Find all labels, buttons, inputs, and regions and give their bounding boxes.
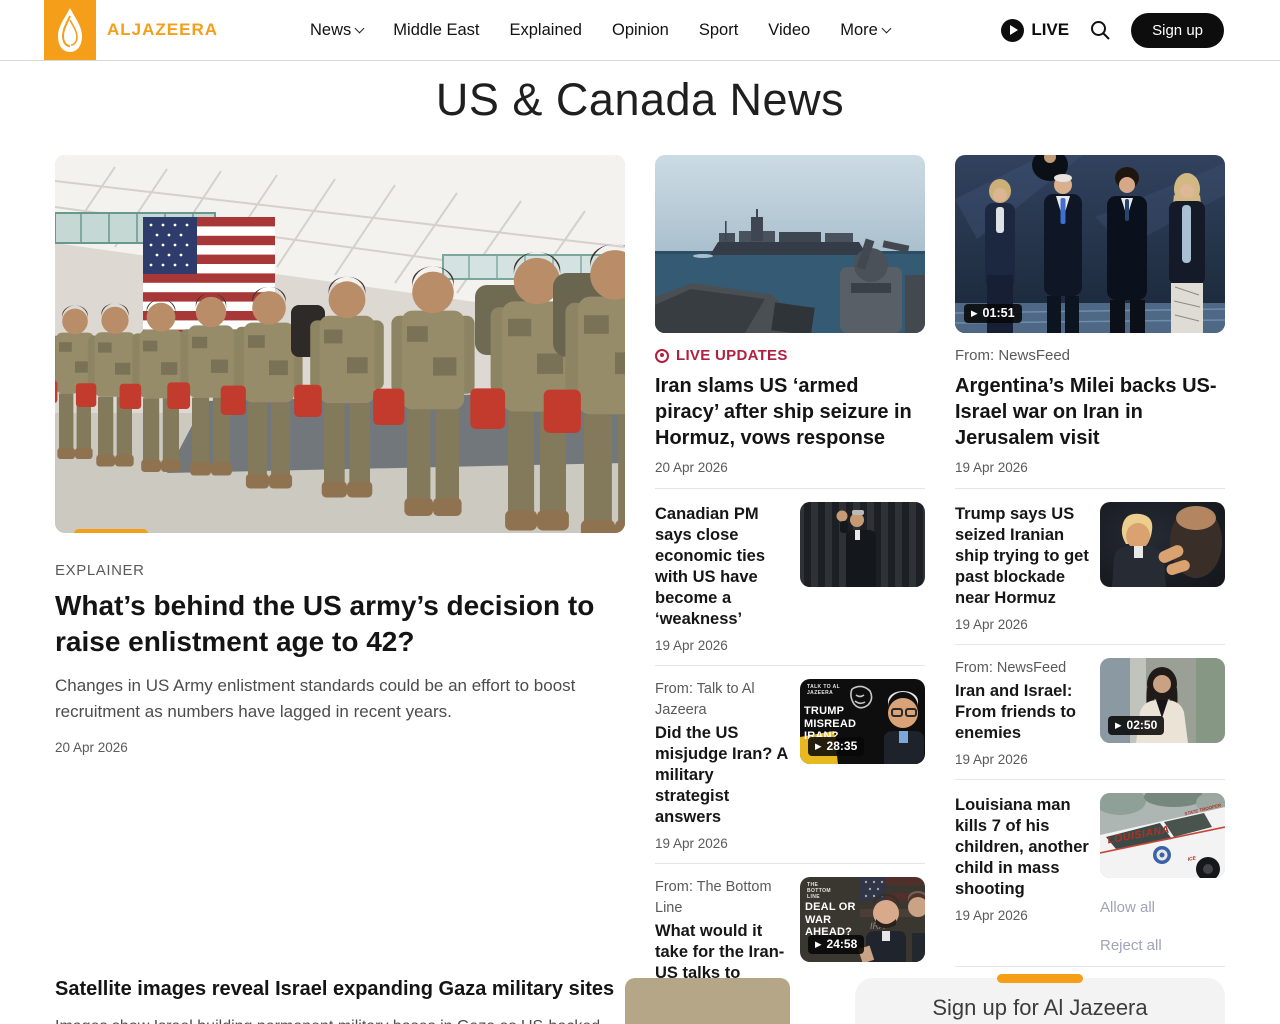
feature-image[interactable] [55,155,625,533]
satellite-image-thumbnail[interactable] [625,978,790,1024]
right-lead-headline[interactable]: Argentina’s Milei backs US-Israel war on… [955,373,1225,451]
story-date: 19 Apr 2026 [655,836,790,851]
story-thumbnail[interactable]: ICE LOUISIANA STATE TROOPER [1100,793,1225,878]
cookie-reject-all-link[interactable]: Reject all [1100,937,1225,954]
feature-summary: Changes in US Army enlistment standards … [55,673,625,725]
nav-item-sport[interactable]: Sport [699,21,738,40]
middle-column: LIVE UPDATES Iran slams US ‘armed piracy… [655,155,925,1024]
page-title: US & Canada News [0,74,1280,126]
story-kicker: From: NewsFeed [955,658,1090,679]
story-thumbnail-video[interactable]: TALK TO AL JAZEERA TRUMP MISREAD IRAN? ▶… [800,679,925,764]
story-headline[interactable]: Trump says US seized Iranian ship trying… [955,504,1090,609]
right-lead-kicker: From: NewsFeed [955,347,1225,364]
right-column: ▶01:51 From: NewsFeed Argentina’s Milei … [955,155,1225,967]
play-circle-icon [1001,19,1024,42]
middle-lead-headline[interactable]: Iran slams US ‘armed piracy’ after ship … [655,373,925,451]
feature-headline[interactable]: What’s behind the US army’s decision to … [55,588,625,660]
story-headline[interactable]: Canadian PM says close economic ties wit… [655,504,790,630]
carney-downing-street-illustration [800,502,925,587]
story-row: From: Talk to Al Jazeera Did the US misj… [655,666,925,864]
search-icon[interactable] [1088,18,1112,42]
thumbnail-caption: DEAL OR WAR AHEAD? [805,901,877,939]
right-lead-story: ▶01:51 From: NewsFeed Argentina’s Milei … [955,155,1225,489]
middle-lead-image[interactable] [655,155,925,333]
play-icon: ▶ [971,309,978,318]
thumbnail-program-logo: TALK TO AL JAZEERA [807,684,841,696]
brand-wordmark[interactable]: ALJAZEERA [107,20,218,40]
hormuz-ship-illustration [655,155,925,333]
story-headline[interactable]: Iran and Israel: From friends to enemies [955,681,1090,744]
feature-date: 20 Apr 2026 [55,740,625,755]
story-row: From: NewsFeed Iran and Israel: From fri… [955,645,1225,780]
right-lead-date: 19 Apr 2026 [955,460,1225,475]
story-headline[interactable]: Louisiana man kills 7 of his children, a… [955,795,1090,900]
story-thumbnail-video[interactable]: IRA THE BOTTOM LINE DEAL OR WAR AHEAD? [800,877,925,962]
trump-illustration [1100,502,1225,587]
story-row: Trump says US seized Iranian ship trying… [955,489,1225,645]
story-date: 19 Apr 2026 [655,638,790,653]
nav-item-more[interactable]: More [840,21,890,40]
video-duration-badge: ▶01:51 [964,304,1022,323]
play-icon: ▶ [815,940,822,949]
play-icon: ▶ [815,742,822,751]
cookie-allow-all-link[interactable]: Allow all [1100,899,1225,916]
live-updates-label: LIVE UPDATES [676,347,788,364]
chevron-down-icon [355,23,365,33]
bottom-story-headline[interactable]: Satellite images reveal Israel expanding… [55,978,615,1001]
nav-item-opinion[interactable]: Opinion [612,21,669,40]
live-updates-icon [655,349,669,363]
story-thumbnail[interactable] [1100,502,1225,587]
play-icon: ▶ [1115,721,1122,730]
site-header: ALJAZEERA News Middle East Explained Opi… [0,0,1280,61]
header-actions: LIVE Sign up [1001,13,1280,48]
story-headline[interactable]: Did the US misjudge Iran? A military str… [655,723,790,828]
story-row: Louisiana man kills 7 of his children, a… [955,780,1225,967]
middle-lead-date: 20 Apr 2026 [655,460,925,475]
signup-heading: Sign up for Al Jazeera [855,978,1225,1021]
story-date: 19 Apr 2026 [955,908,1090,923]
soldiers-hangar-illustration [55,155,625,533]
bottom-story: Satellite images reveal Israel expanding… [55,978,615,1024]
story-row: Canadian PM says close economic ties wit… [655,489,925,666]
nav-item-video[interactable]: Video [768,21,810,40]
story-thumbnail-video[interactable]: ▶02:50 [1100,658,1225,743]
nav-item-middle-east[interactable]: Middle East [393,21,479,40]
story-kicker: From: The Bottom Line [655,877,790,919]
signup-card-handle [997,974,1083,983]
middle-lead-story: LIVE UPDATES Iran slams US ‘armed piracy… [655,155,925,489]
story-thumbnail[interactable] [800,502,925,587]
story-kicker: From: Talk to Al Jazeera [655,679,790,721]
nav-item-explained[interactable]: Explained [510,21,582,40]
thumbnail-program-logo: THE BOTTOM LINE [807,882,841,900]
feature-kicker: EXPLAINER [55,562,625,579]
aljazeera-logo-icon [50,6,90,54]
live-updates-row: LIVE UPDATES [655,347,925,364]
feature-column: EXPLAINER What’s behind the US army’s de… [55,155,625,755]
video-duration-badge: ▶24:58 [808,935,864,954]
newsletter-signup-card[interactable]: Sign up for Al Jazeera [855,978,1225,1024]
aljazeera-us-canada-page: ALJAZEERA News Middle East Explained Opi… [0,0,1280,1024]
chevron-down-icon [881,23,891,33]
main-nav: News Middle East Explained Opinion Sport… [310,21,890,40]
video-duration-badge: ▶02:50 [1108,716,1164,735]
live-link[interactable]: LIVE [1001,19,1069,42]
story-date: 19 Apr 2026 [955,752,1090,767]
featured-accent-bar [74,529,148,533]
aljazeera-logo[interactable] [44,0,96,60]
video-duration-badge: ▶28:35 [808,737,864,756]
nav-item-news[interactable]: News [310,21,363,40]
right-lead-image[interactable]: ▶01:51 [955,155,1225,333]
bottom-story-teaser: Images show Israel building permanent mi… [55,1015,615,1024]
signup-button[interactable]: Sign up [1131,13,1224,48]
story-date: 19 Apr 2026 [955,617,1090,632]
